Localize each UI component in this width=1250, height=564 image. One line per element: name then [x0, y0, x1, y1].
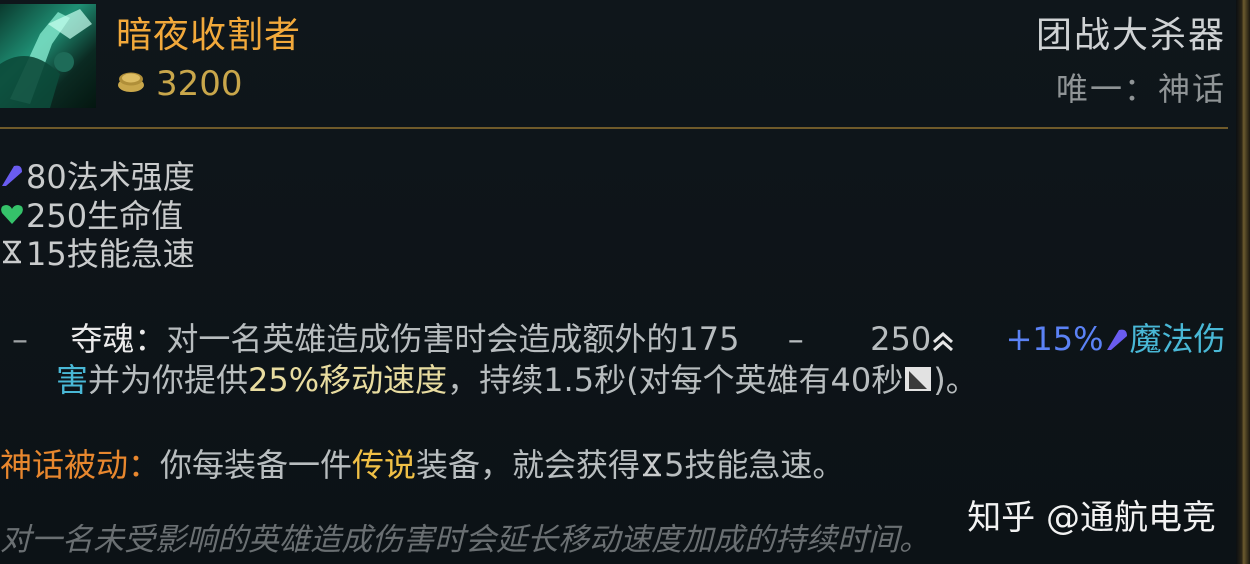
divider: [0, 127, 1228, 129]
gold-amount: 3200: [156, 64, 243, 104]
mythic-passive-line: 神话被动：你每装备一件传说装备，就会获得 5技能急速。: [0, 446, 845, 486]
health-icon: [0, 200, 24, 228]
frame-edge: [1236, 0, 1250, 564]
mythic-passive-label: 神话被动：: [0, 446, 161, 484]
night-harvester-item-icon: [0, 4, 96, 108]
passive-name: 夺魂：: [70, 320, 167, 358]
passive-soul-harvest-line2: 害并为你提供25%移动速度，持续1.5秒(对每个英雄有40秒 )。: [56, 361, 978, 401]
passive-soul-harvest-line1: – 夺魂：对一名英雄造成伤害时会造成额外的175 – 250 +15% 魔法伤: [12, 320, 1226, 360]
item-name: 暗夜收割者: [116, 15, 302, 56]
ability-power-icon: [0, 161, 24, 189]
gold-coin-icon: [116, 69, 146, 99]
flavor-text: 对一名未受影响的英雄造成伤害时会延长移动速度加成的持续时间。: [0, 522, 930, 558]
watermark: 知乎 @通航电竞: [967, 498, 1216, 538]
ability-power-icon: [1104, 322, 1130, 360]
ability-haste-icon: [0, 238, 24, 266]
gold-cost: 3200: [116, 64, 243, 104]
item-category: 团战大杀器: [1035, 15, 1226, 56]
ability-haste-icon: [640, 448, 664, 486]
item-tooltip: 暗夜收割者 3200 团战大杀器 唯一：神话 80法术强度 250生命值 15技…: [0, 0, 1250, 564]
unique-mythic-tag: 唯一：神话: [1055, 70, 1226, 108]
stat-ability-haste: 15技能急速: [0, 229, 195, 275]
cooldown-icon: [903, 363, 933, 401]
